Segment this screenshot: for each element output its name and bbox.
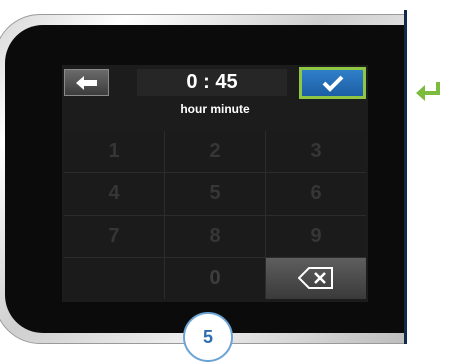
time-value-display: 0 : 45 <box>137 69 287 96</box>
key-8[interactable]: 8 <box>165 215 265 257</box>
numeric-keypad: 1 2 3 4 5 6 7 8 9 0 <box>64 131 366 299</box>
checkmark-icon <box>322 75 343 92</box>
key-2[interactable]: 2 <box>165 131 265 173</box>
key-4[interactable]: 4 <box>64 173 164 215</box>
backspace-button[interactable] <box>266 257 366 299</box>
pump-screen: 0 : 45 hour minute 1 2 3 4 5 6 7 8 9 0 <box>62 65 368 302</box>
key-7[interactable]: 7 <box>64 215 164 257</box>
key-5[interactable]: 5 <box>165 173 265 215</box>
back-button[interactable] <box>64 69 109 96</box>
step-number: 5 <box>202 326 213 347</box>
key-6[interactable]: 6 <box>266 173 366 215</box>
key-3[interactable]: 3 <box>266 131 366 173</box>
key-1[interactable]: 1 <box>64 131 164 173</box>
key-blank <box>64 257 164 299</box>
left-arrow-icon <box>75 75 97 90</box>
backspace-x-icon <box>298 267 333 290</box>
top-row: 0 : 45 <box>62 65 368 99</box>
time-units-label: hour minute <box>180 102 250 116</box>
step-number-badge: 5 <box>183 312 233 362</box>
key-0[interactable]: 0 <box>165 257 265 299</box>
key-9[interactable]: 9 <box>266 215 366 257</box>
device-edge-line <box>404 10 407 344</box>
confirm-button[interactable] <box>299 67 366 99</box>
return-arrow-icon <box>416 82 440 101</box>
